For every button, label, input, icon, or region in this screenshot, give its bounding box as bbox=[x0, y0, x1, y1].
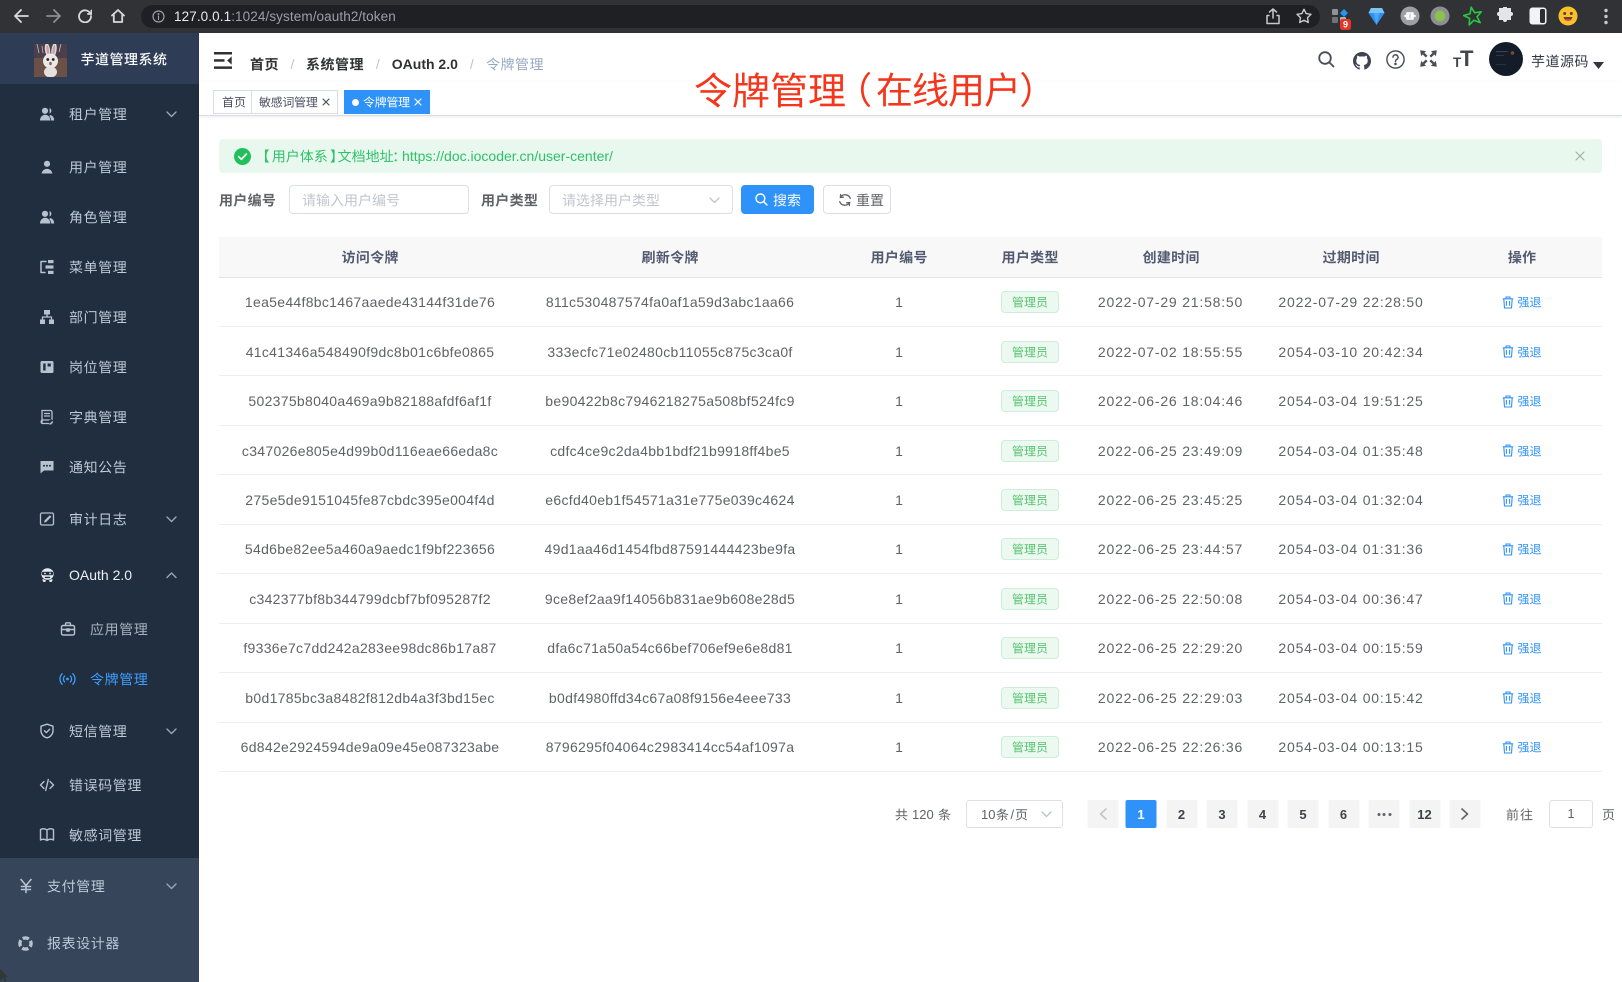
svg-text:9: 9 bbox=[1343, 20, 1348, 30]
